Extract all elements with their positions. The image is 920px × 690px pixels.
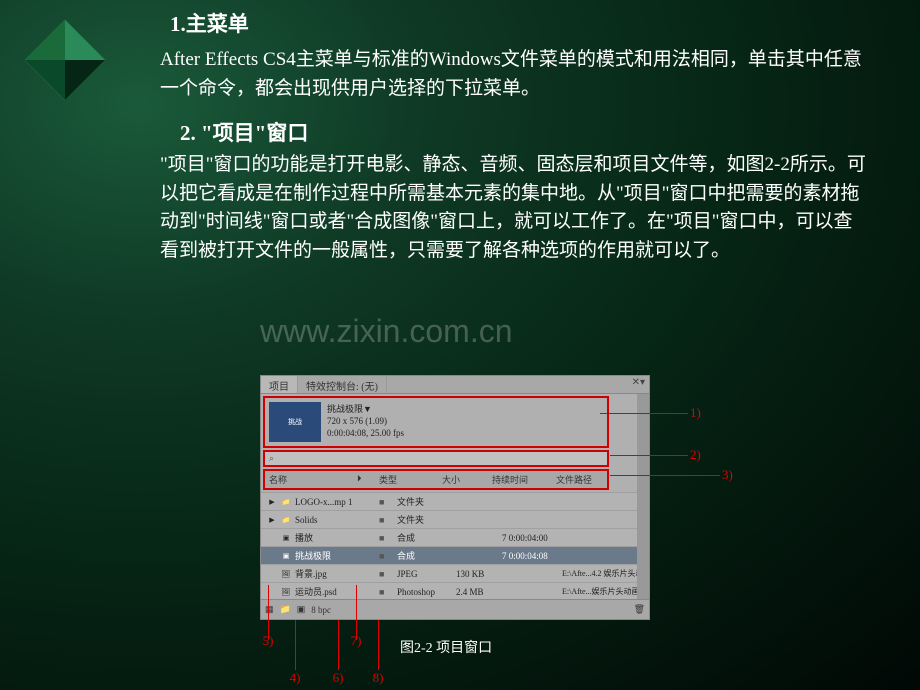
type-icon: ▣ [281, 551, 291, 561]
type-icon: ▣ [281, 533, 291, 543]
file-row: ▣ 播放 ■ 合成 7 0:00:04:00 [261, 528, 649, 546]
figure-caption: 图2-2 项目窗口 [400, 637, 492, 657]
header-name: 名称 [269, 473, 349, 486]
file-size: 2.4 MB [456, 587, 498, 597]
file-type: 合成 [397, 531, 452, 544]
annotation-line-6v [338, 620, 339, 670]
file-type: Photoshop [397, 587, 452, 597]
file-name: 背景.jpg [295, 567, 375, 580]
file-tag: ■ [379, 497, 393, 507]
expand-icon [267, 551, 277, 561]
header-size: 大小 [442, 473, 484, 486]
preview-duration: 0:00:04:08, 25.00 fps [327, 428, 404, 440]
heading-project-window: 2. "项目"窗口 [180, 117, 870, 147]
file-tag: ■ [379, 569, 393, 579]
decorative-diamond [20, 15, 110, 105]
expand-icon [267, 533, 277, 543]
annotation-line-4v [295, 620, 296, 670]
new-comp-icon: ▣ [297, 604, 306, 615]
header-path: 文件路径 [556, 473, 592, 486]
file-row: ▣ 挑战极限 ■ 合成 7 0:00:04:08 [261, 546, 649, 564]
panel-menu-icon: ✕▾ [632, 377, 645, 388]
file-name: 运动员.psd [295, 585, 375, 598]
paragraph-main-menu: After Effects CS4主菜单与标准的Windows文件菜单的模式和用… [160, 46, 870, 103]
watermark-text: www.zixin.com.cn [260, 313, 513, 350]
type-icon: 🖼 [281, 587, 291, 597]
bottom-toolbar: ▦ 📁 ▣ 8 bpc 🗑 [261, 599, 649, 619]
type-icon: 📁 [281, 515, 291, 525]
preview-section: 挑战 挑战极限▼ 720 x 576 (1.09) 0:00:04:08, 25… [263, 396, 609, 448]
scrollbar [637, 394, 649, 599]
type-icon: 🖼 [281, 569, 291, 579]
file-row: 🖼 运动员.psd ■ Photoshop 2.4 MB E:\Afte...娱乐片头动画… [261, 582, 649, 600]
file-duration: 7 0:00:04:08 [502, 551, 558, 561]
expand-icon: ▶ [267, 515, 277, 525]
annotation-line-7 [356, 585, 357, 640]
file-path: E:\Afte...娱乐片头动画\(Footage)\运动员.psd [562, 586, 643, 597]
annotation-1: 1) [690, 405, 701, 421]
file-size: 130 KB [456, 569, 498, 579]
expand-icon: ▶ [267, 497, 277, 507]
annotation-line-1 [600, 413, 688, 414]
search-icon: ⌕ [269, 453, 274, 463]
file-name: LOGO-x...mp 1 [295, 497, 375, 507]
file-row: ▶ 📁 Solids ■ 文件夹 [261, 510, 649, 528]
file-row: 🖼 背景.jpg ■ JPEG 130 KB E:\Afte...4.2 娱乐片头动画\(… [261, 564, 649, 582]
composition-thumbnail: 挑战 [269, 402, 321, 442]
annotation-3: 3) [722, 467, 733, 483]
bpc-label: 8 bpc [311, 605, 331, 615]
file-name: 播放 [295, 531, 375, 544]
expand-icon [267, 569, 277, 579]
file-tag: ■ [379, 587, 393, 597]
panel-tabs: 项目 特效控制台: (无) [261, 376, 649, 394]
annotation-6: 6) [328, 670, 348, 686]
file-tag: ■ [379, 515, 393, 525]
header-tag: ⏵ [357, 473, 371, 486]
file-name: 挑战极限 [295, 549, 375, 562]
file-tag: ■ [379, 533, 393, 543]
trash-icon: 🗑 [634, 604, 645, 615]
annotation-line-3 [610, 475, 720, 476]
tab-project: 项目 [261, 376, 298, 393]
file-duration: 7 0:00:04:00 [502, 533, 558, 543]
project-panel-screenshot: 项目 特效控制台: (无) ✕▾ 挑战 挑战极限▼ 720 x 576 (1.0… [260, 375, 650, 620]
annotation-line-2 [610, 455, 688, 456]
annotation-line-8v [378, 620, 379, 670]
file-row: ▶ 📁 LOGO-x...mp 1 ■ 文件夹 [261, 492, 649, 510]
annotation-5: 5) [258, 633, 278, 649]
file-name: Solids [295, 515, 375, 525]
file-type: 文件夹 [397, 513, 452, 526]
heading-main-menu: 1.主菜单 [170, 8, 870, 38]
new-folder-icon: 📁 [280, 604, 291, 615]
file-type: 文件夹 [397, 495, 452, 508]
file-type: 合成 [397, 549, 452, 562]
tab-effects: 特效控制台: (无) [298, 376, 387, 393]
preview-dimensions: 720 x 576 (1.09) [327, 416, 404, 428]
file-type: JPEG [397, 569, 452, 579]
header-duration: 持续时间 [492, 473, 548, 486]
annotation-8: 8) [368, 670, 388, 686]
preview-name: 挑战极限▼ [327, 404, 404, 416]
annotation-2: 2) [690, 447, 701, 463]
file-path: E:\Afte...4.2 娱乐片头动画\(Footage)\背景.jpg [562, 568, 643, 579]
content-area: 1.主菜单 After Effects CS4主菜单与标准的Windows文件菜… [0, 0, 920, 265]
figure-container: 项目 特效控制台: (无) ✕▾ 挑战 挑战极限▼ 720 x 576 (1.0… [260, 375, 760, 620]
header-type: 类型 [379, 473, 434, 486]
annotation-line-5 [268, 585, 269, 640]
type-icon: 📁 [281, 497, 291, 507]
interpret-icon: ▦ [265, 604, 274, 615]
annotation-4: 4) [285, 670, 305, 686]
preview-info: 挑战极限▼ 720 x 576 (1.09) 0:00:04:08, 25.00… [327, 404, 404, 439]
paragraph-project-window: "项目"窗口的功能是打开电影、静态、音频、固态层和项目文件等，如图2-2所示。可… [160, 151, 870, 265]
annotation-7: 7) [346, 633, 366, 649]
file-tag: ■ [379, 551, 393, 561]
column-headers: 名称 ⏵ 类型 大小 持续时间 文件路径 [263, 469, 609, 490]
search-field: ⌕ [263, 450, 609, 467]
